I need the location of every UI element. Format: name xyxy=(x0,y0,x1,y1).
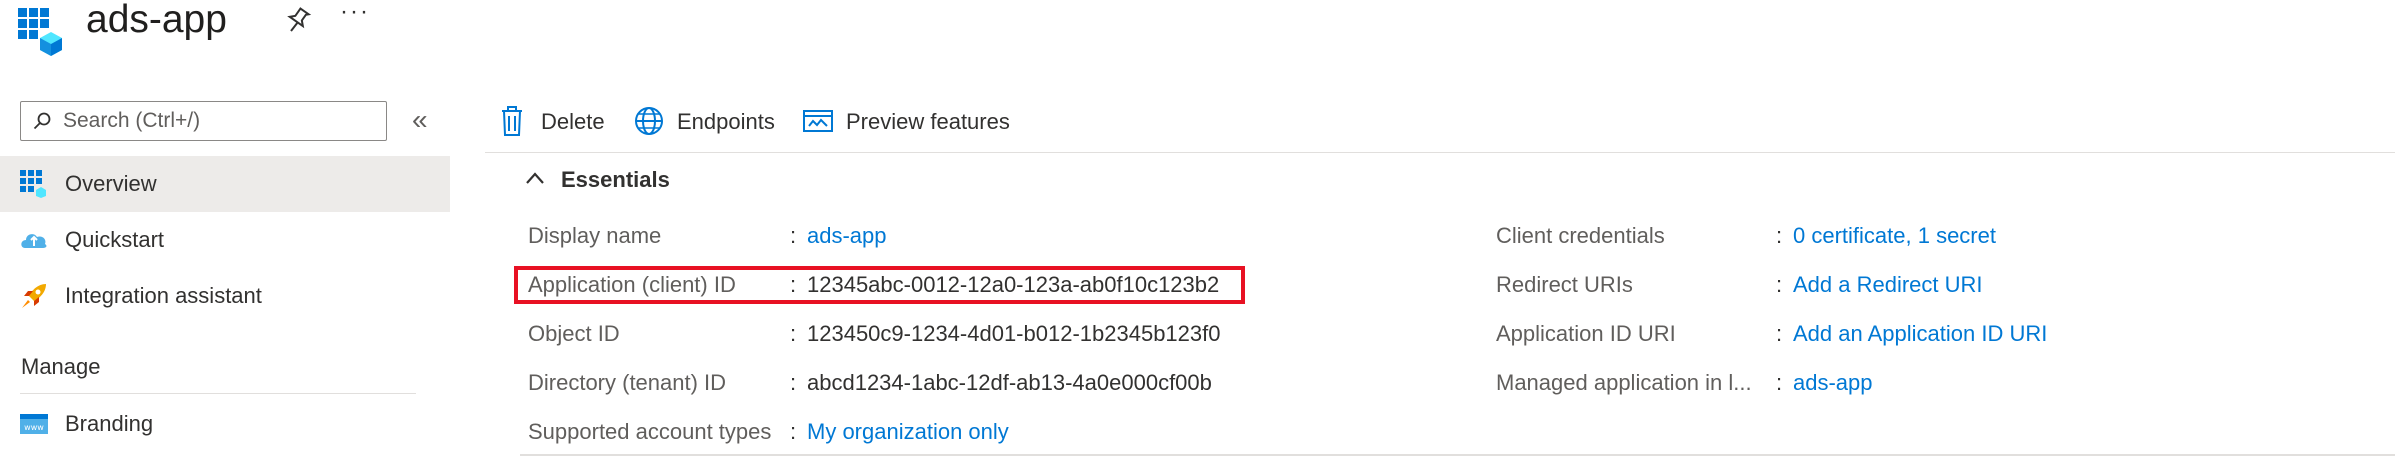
object-id-value: 123450c9-1234-4d01-b012-1b2345b123f0 xyxy=(807,321,1221,346)
application-id-uri-link[interactable]: Add an Application ID URI xyxy=(1793,321,2047,347)
separator-colon: : xyxy=(790,370,797,395)
essentials-toggle[interactable]: Essentials xyxy=(525,165,725,195)
chevron-up-icon xyxy=(526,172,544,184)
redirect-uris-label: Redirect URIs xyxy=(1496,272,1633,297)
sidebar-item-quickstart[interactable]: Quickstart xyxy=(0,212,450,268)
sidebar-divider xyxy=(20,393,416,394)
search-icon xyxy=(33,112,51,130)
page-title: ads-app xyxy=(86,0,227,41)
app-registration-icon xyxy=(18,8,62,56)
redirect-uris-link[interactable]: Add a Redirect URI xyxy=(1793,272,1983,298)
delete-label: Delete xyxy=(541,109,605,134)
preview-features-icon xyxy=(803,110,833,132)
search-input[interactable] xyxy=(63,102,381,140)
managed-application-label: Managed application in l... xyxy=(1496,370,1752,395)
essentials-heading: Essentials xyxy=(561,167,670,192)
overview-icon xyxy=(20,170,48,198)
sidebar-section-manage: Manage xyxy=(21,354,101,379)
account-types-link[interactable]: My organization only xyxy=(807,419,1009,445)
tenant-id-label: Directory (tenant) ID xyxy=(528,370,727,395)
client-credentials-link[interactable]: 0 certificate, 1 secret xyxy=(1793,223,1996,249)
sidebar-item-label: Quickstart xyxy=(65,227,165,252)
quickstart-icon xyxy=(20,226,48,254)
object-id-label: Object ID xyxy=(528,321,620,346)
svg-text:www: www xyxy=(24,423,44,432)
more-options-button[interactable]: ··· xyxy=(340,0,370,26)
client-id-highlight-box xyxy=(514,266,1245,304)
search-box[interactable] xyxy=(20,101,387,141)
trash-icon xyxy=(502,106,522,136)
globe-icon xyxy=(635,107,663,135)
separator-colon: : xyxy=(1776,272,1783,297)
account-types-label: Supported account types xyxy=(528,419,772,444)
sidebar-item-label: Overview xyxy=(65,171,157,196)
separator-colon: : xyxy=(790,321,797,346)
sidebar-item-label: Integration assistant xyxy=(65,283,262,308)
essentials-divider xyxy=(520,454,2395,456)
sidebar-item-overview[interactable]: Overview xyxy=(0,156,450,212)
separator-colon: : xyxy=(1776,223,1783,248)
managed-application-link[interactable]: ads-app xyxy=(1793,370,1873,396)
branding-icon: www xyxy=(20,410,48,438)
toolbar-divider xyxy=(485,152,2395,153)
delete-button[interactable]: Delete xyxy=(500,106,610,138)
separator-colon: : xyxy=(1776,370,1783,395)
rocket-icon xyxy=(20,282,48,310)
collapse-sidebar-button[interactable]: « xyxy=(412,104,427,136)
client-credentials-label: Client credentials xyxy=(1496,223,1665,248)
endpoints-label: Endpoints xyxy=(677,109,775,134)
preview-features-label: Preview features xyxy=(846,109,1010,134)
separator-colon: : xyxy=(790,419,797,444)
tenant-id-value: abcd1234-1abc-12df-ab13-4a0e000cf00b xyxy=(807,370,1212,395)
application-id-uri-label: Application ID URI xyxy=(1496,321,1676,346)
separator-colon: : xyxy=(1776,321,1783,346)
sidebar-item-integration-assistant[interactable]: Integration assistant xyxy=(0,268,450,324)
sidebar-item-label: Branding xyxy=(65,411,154,436)
pin-icon[interactable] xyxy=(284,5,312,33)
separator-colon: : xyxy=(790,223,797,248)
endpoints-button[interactable]: Endpoints xyxy=(634,106,780,138)
display-name-label: Display name xyxy=(528,223,662,248)
display-name-link[interactable]: ads-app xyxy=(807,223,887,249)
preview-features-button[interactable]: Preview features xyxy=(803,106,1023,138)
sidebar-item-branding[interactable]: www Branding xyxy=(0,396,450,452)
